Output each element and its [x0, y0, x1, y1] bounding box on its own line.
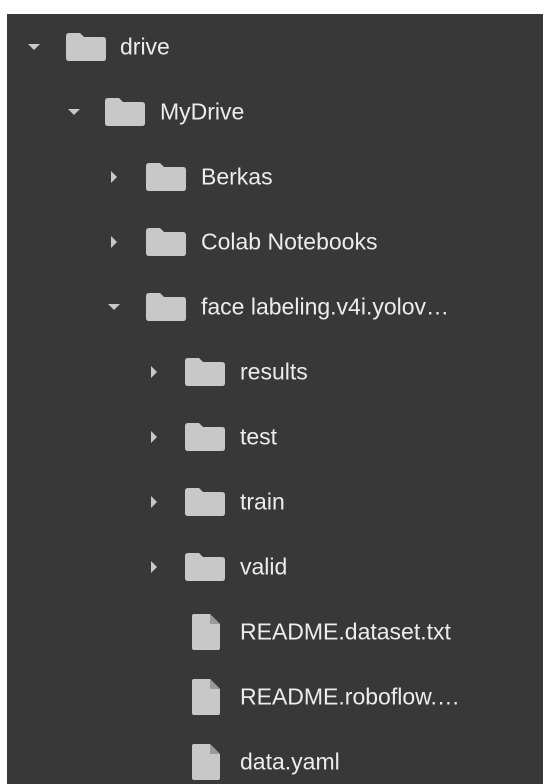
tree-item-readme-dataset[interactable]: README.dataset.txt: [7, 600, 543, 664]
caret-down-icon[interactable]: [65, 103, 83, 121]
folder-icon: [185, 553, 225, 581]
tree-item-berkas[interactable]: Berkas: [7, 145, 543, 209]
tree-item-label: test: [240, 423, 278, 450]
folder-icon: [185, 423, 225, 451]
caret-right-icon[interactable]: [105, 168, 123, 186]
folder-icon: [66, 33, 106, 61]
tree-item-label: valid: [240, 553, 288, 580]
tree-item-train[interactable]: train: [7, 470, 543, 534]
caret-right-icon[interactable]: [145, 558, 163, 576]
tree-item-colab-notebooks[interactable]: Colab Notebooks: [7, 210, 543, 274]
tree-item-mydrive[interactable]: MyDrive: [7, 80, 543, 144]
tree-item-label: train: [240, 488, 285, 515]
folder-icon: [185, 488, 225, 516]
tree-item-face-labeling[interactable]: face labeling.v4i.yolov…: [7, 275, 543, 339]
tree-item-label: data.yaml: [240, 748, 340, 775]
tree-item-label: README.dataset.txt: [240, 618, 451, 645]
caret-down-icon[interactable]: [25, 38, 43, 56]
tree-item-drive[interactable]: drive: [7, 15, 543, 79]
caret-right-icon[interactable]: [145, 428, 163, 446]
file-icon: [192, 614, 220, 650]
caret-right-icon[interactable]: [105, 233, 123, 251]
tree-item-test[interactable]: test: [7, 405, 543, 469]
file-icon: [192, 679, 220, 715]
folder-icon: [105, 98, 145, 126]
folder-icon: [185, 358, 225, 386]
tree-item-label: README.roboflow.…: [240, 683, 460, 710]
tree-item-readme-roboflow[interactable]: README.roboflow.…: [7, 665, 543, 729]
tree-item-label: Colab Notebooks: [201, 228, 378, 255]
tree-item-valid[interactable]: valid: [7, 535, 543, 599]
tree-item-results[interactable]: results: [7, 340, 543, 404]
tree-item-label: MyDrive: [160, 98, 245, 125]
tree-item-data-yaml[interactable]: data.yaml: [7, 730, 543, 784]
caret-right-icon[interactable]: [145, 493, 163, 511]
tree-item-label: Berkas: [201, 163, 273, 190]
folder-icon: [146, 228, 186, 256]
file-tree: drive MyDrive Berkas Colab Notebooks fac…: [7, 14, 543, 784]
file-icon: [192, 744, 220, 780]
file-browser-panel: drive MyDrive Berkas Colab Notebooks fac…: [0, 0, 550, 784]
tree-item-label: drive: [120, 33, 170, 60]
tree-item-label: results: [240, 358, 308, 385]
tree-item-label: face labeling.v4i.yolov…: [201, 293, 450, 320]
caret-right-icon[interactable]: [145, 363, 163, 381]
caret-down-icon[interactable]: [105, 298, 123, 316]
folder-icon: [146, 163, 186, 191]
folder-icon: [146, 293, 186, 321]
